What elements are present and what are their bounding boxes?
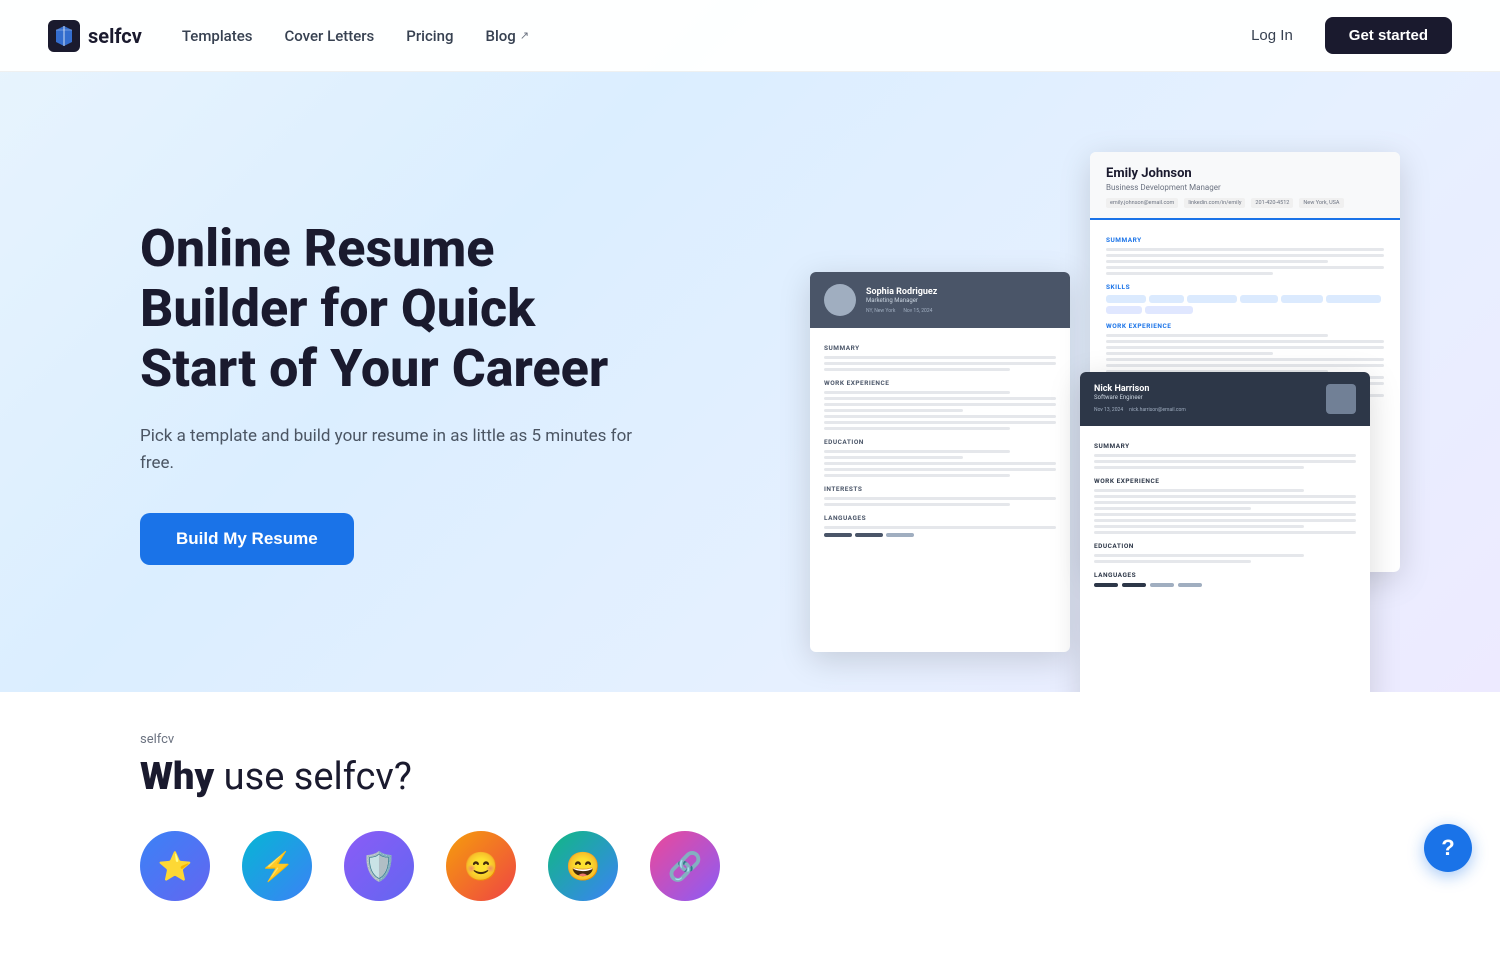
logo-icon: [48, 20, 80, 52]
why-icon-6: 🔗: [650, 831, 720, 901]
navbar-left: selfcv Templates Cover Letters Pricing B…: [48, 20, 529, 52]
sophia-avatar: [824, 284, 856, 316]
why-icon-1: ⭐: [140, 831, 210, 901]
sophia-name: Sophia Rodriguez: [866, 287, 937, 297]
lightning-icon: ⚡: [260, 850, 295, 883]
star-icon: ⭐: [158, 850, 193, 883]
nav-item-templates[interactable]: Templates: [182, 26, 253, 45]
navbar-right: Log In Get started: [1235, 17, 1452, 54]
navbar: selfcv Templates Cover Letters Pricing B…: [0, 0, 1500, 72]
help-button[interactable]: ?: [1424, 824, 1472, 872]
sophia-role: Marketing Manager: [866, 297, 937, 304]
why-icon-2: ⚡: [242, 831, 312, 901]
resume-preview-sophia: Sophia Rodriguez Marketing Manager NY, N…: [810, 272, 1070, 652]
resume-preview-nick: Nick Harrison Software Engineer Nov 13, …: [1080, 372, 1370, 692]
person-icon: 😊: [464, 850, 499, 883]
nick-avatar: [1326, 384, 1356, 414]
get-started-button[interactable]: Get started: [1325, 17, 1452, 54]
emily-name: Emily Johnson: [1106, 166, 1384, 181]
emily-role: Business Development Manager: [1106, 183, 1384, 192]
brand-name: selfcv: [88, 24, 142, 48]
why-title: Why use selfcv?: [140, 755, 1360, 799]
why-icon-5: 😄: [548, 831, 618, 901]
hero-subtitle: Pick a template and build your resume in…: [140, 423, 660, 477]
smiley-icon: 😄: [566, 850, 601, 883]
why-icons-row: ⭐ ⚡ 🛡️ 😊 😄 🔗: [140, 831, 1360, 901]
shield-icon: 🛡️: [362, 850, 397, 883]
nav-links: Templates Cover Letters Pricing Blog ↗: [182, 26, 529, 45]
why-brand-label: selfcv: [140, 732, 1360, 747]
build-resume-button[interactable]: Build My Resume: [140, 513, 354, 565]
nav-item-cover-letters[interactable]: Cover Letters: [284, 26, 374, 45]
share-icon: 🔗: [668, 850, 703, 883]
why-icon-4: 😊: [446, 831, 516, 901]
nav-item-blog[interactable]: Blog ↗: [486, 27, 530, 45]
why-section: selfcv Why use selfcv? ⭐ ⚡ 🛡️ 😊 �: [0, 692, 1500, 961]
hero-visuals: Emily Johnson Business Development Manag…: [800, 132, 1420, 652]
login-button[interactable]: Log In: [1235, 19, 1309, 52]
why-icon-3: 🛡️: [344, 831, 414, 901]
nav-item-pricing[interactable]: Pricing: [406, 26, 453, 45]
hero-title: Online Resume Builder for Quick Start of…: [140, 219, 660, 398]
hero-content: Online Resume Builder for Quick Start of…: [140, 219, 660, 565]
nick-name: Nick Harrison: [1094, 384, 1186, 394]
external-link-icon: ↗: [520, 29, 529, 42]
hero-section: Online Resume Builder for Quick Start of…: [0, 72, 1500, 692]
nick-role: Software Engineer: [1094, 394, 1186, 401]
logo[interactable]: selfcv: [48, 20, 142, 52]
